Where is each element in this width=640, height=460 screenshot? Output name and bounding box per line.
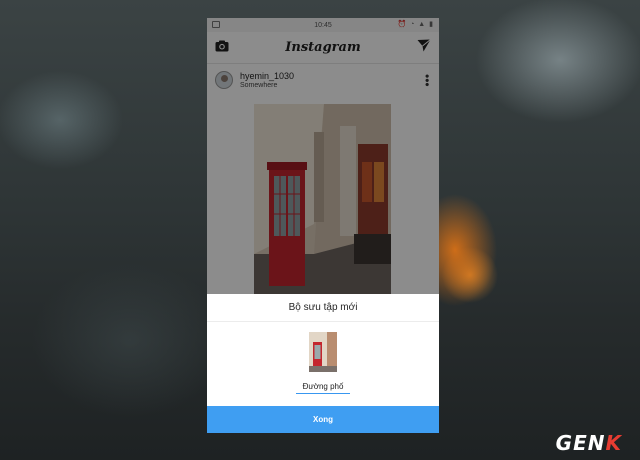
done-button[interactable]: Xong xyxy=(207,406,439,433)
watermark-main: GEN xyxy=(555,431,606,455)
watermark-accent: K xyxy=(605,431,622,455)
new-collection-sheet: Bộ sưu tập mới Xong xyxy=(207,294,439,433)
collection-name-input[interactable] xyxy=(296,380,350,394)
sheet-title: Bộ sưu tập mới xyxy=(207,294,439,322)
collection-cover-thumbnail xyxy=(309,332,337,372)
phone-screen: 10:45 ⏰ ◔ ▲ ▮ Instagram hyemin_1030 Some… xyxy=(207,18,439,433)
genk-watermark-logo: GENK xyxy=(556,431,622,455)
